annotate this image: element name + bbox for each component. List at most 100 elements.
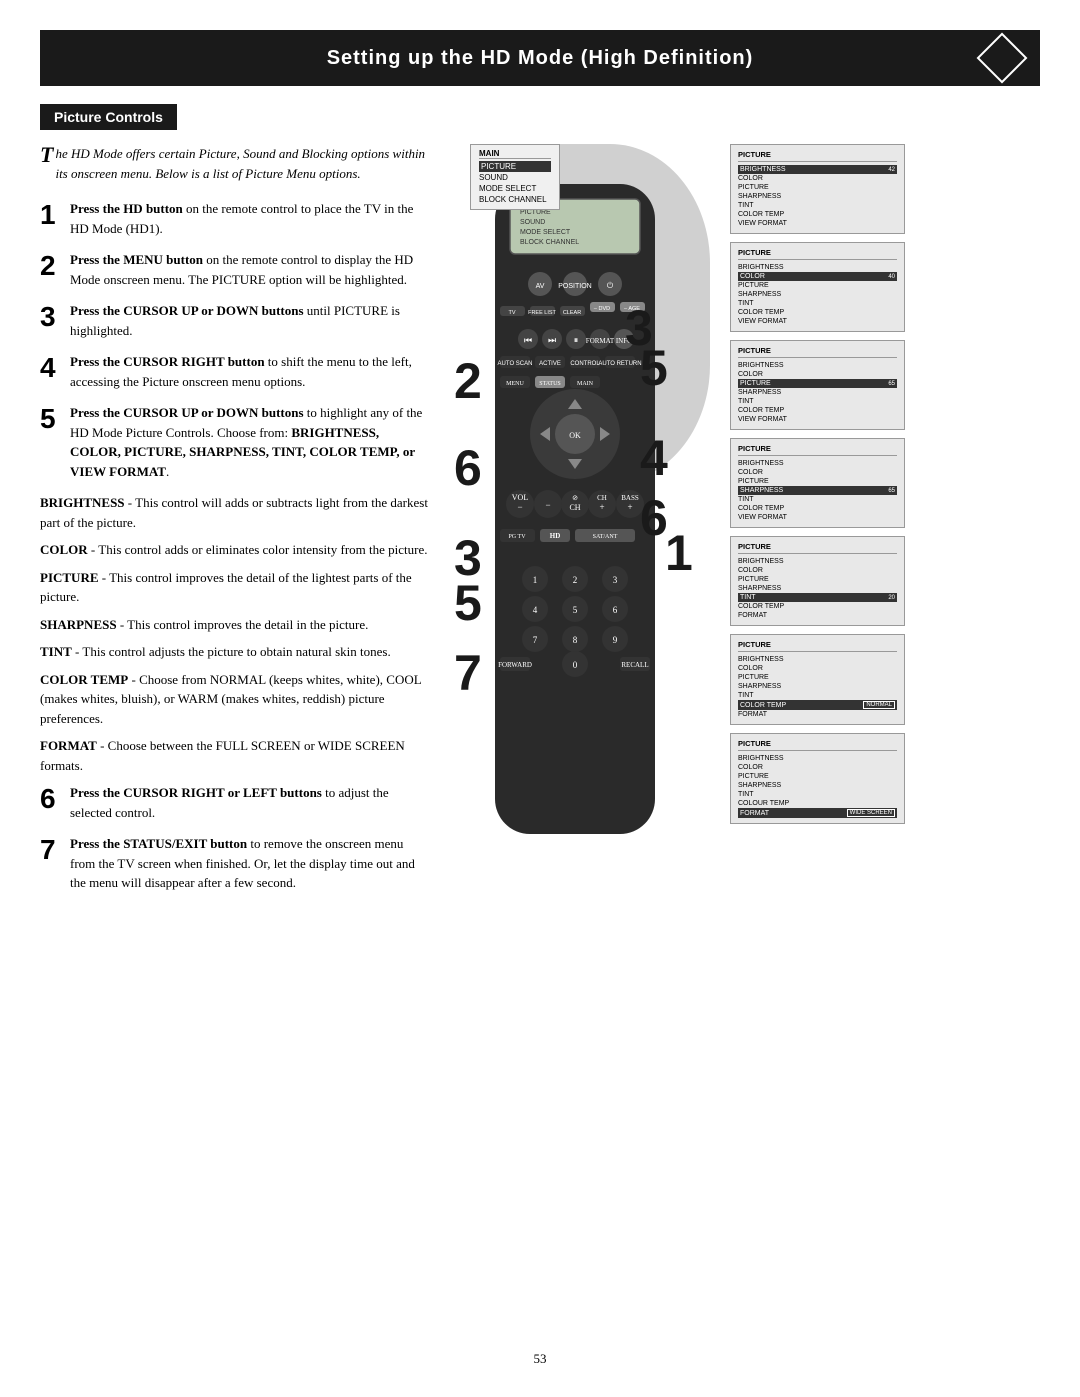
screen-2-item-tint: TINT [738,299,897,308]
screen-6-item-color: COLOR [738,664,897,673]
step-4-bold: Press the CURSOR RIGHT button [70,354,265,369]
mm-item-sound: SOUND [479,172,551,183]
screen-5-item-colortemp: COLOR TEMP [738,602,897,611]
step-1-number: 1 [40,201,62,238]
screen-2-item-sharpness: SHARPNESS [738,290,897,299]
step-5-content: Press the CURSOR UP or DOWN buttons to h… [70,403,430,481]
screen-5-item-brightness: BRIGHTNESS [738,557,897,566]
step-3-content: Press the CURSOR UP or DOWN buttons unti… [70,301,430,340]
step-3-number: 3 [40,303,62,340]
step-5: 5 Press the CURSOR UP or DOWN buttons to… [40,403,430,481]
left-column: The HD Mode offers certain Picture, Soun… [40,144,430,905]
mm-item-picture: PICTURE [479,161,551,172]
svg-text:BLOCK CHANNEL: BLOCK CHANNEL [520,239,579,246]
step-6: 6 Press the CURSOR RIGHT or LEFT buttons… [40,783,430,822]
num-overlay-5b: 5 [454,574,482,632]
svg-text:AUTO RETURN: AUTO RETURN [598,361,641,367]
screen-3-item-tint: TINT [738,397,897,406]
screen-3-title: PICTURE [738,346,897,358]
svg-text:HD: HD [550,532,561,540]
screen-2-item-color: COLOR 40 [738,272,897,281]
svg-text:MAIN: MAIN [577,381,594,387]
tv-screen-6: PICTURE BRIGHTNESS COLOR PICTURE SHARPNE… [730,634,905,725]
main-layout: The HD Mode offers certain Picture, Soun… [40,144,1040,905]
screen-7-item-picture: PICTURE [738,772,897,781]
svg-text:INFO: INFO [616,337,632,345]
step-6-content: Press the CURSOR RIGHT or LEFT buttons t… [70,783,430,822]
remote-area: MAIN PICTURE SOUND MODE SELECT BLOCK CHA… [450,144,710,854]
intro-text: he HD Mode offers certain Picture, Sound… [55,146,425,181]
screen-5-item-picture: PICTURE [738,575,897,584]
svg-text:3: 3 [613,575,618,585]
step-3-bold: Press the CURSOR UP or DOWN buttons [70,303,304,318]
tv-screen-3: PICTURE BRIGHTNESS COLOR PICTURE 65 SHAR… [730,340,905,430]
svg-text:RECALL: RECALL [621,661,648,669]
step-2-content: Press the MENU button on the remote cont… [70,250,430,289]
title-bar: Setting up the HD Mode (High Definition) [40,30,1040,86]
screen-3-item-color: COLOR [738,370,897,379]
screen-4-item-colortemp: COLOR TEMP [738,504,897,513]
drop-cap: T [40,144,53,166]
step-2-number: 2 [40,252,62,289]
svg-text:STATUS: STATUS [539,381,561,387]
section-header: Picture Controls [40,104,177,130]
num-overlay-2: 2 [454,352,482,410]
svg-text:⊘: ⊘ [572,494,578,502]
svg-text:AV: AV [536,283,545,290]
step-3: 3 Press the CURSOR UP or DOWN buttons un… [40,301,430,340]
screen-7-item-format: FORMAT WIDE SCREEN [738,808,897,818]
screen-4-item-brightness: BRIGHTNESS [738,459,897,468]
screen-5-item-sharpness: SHARPNESS [738,584,897,593]
svg-text:POSITION: POSITION [558,283,591,290]
screen-1-item-viewformat: VIEW FORMAT [738,219,897,228]
screen-6-item-picture: PICTURE [738,673,897,682]
svg-text:CH: CH [597,494,607,502]
center-column: MAIN PICTURE SOUND MODE SELECT BLOCK CHA… [450,144,710,854]
svg-text:SOUND: SOUND [520,219,545,226]
screen-1-item-sharpness: SHARPNESS [738,192,897,201]
svg-text:VOL: VOL [512,493,529,502]
right-column: PICTURE BRIGHTNESS 42 COLOR PICTURE SHAR… [730,144,930,824]
svg-text:1: 1 [533,575,538,585]
step-1-bold: Press the HD button [70,201,183,216]
screen-7-item-tint: TINT [738,790,897,799]
svg-text:⏮: ⏮ [524,335,532,345]
screen-7-item-brightness: BRIGHTNESS [738,754,897,763]
screen-6-item-colortemp: COLOR TEMP NORMAL [738,700,897,710]
svg-text:CH: CH [569,503,580,512]
step-4-content: Press the CURSOR RIGHT button to shift t… [70,352,430,391]
svg-text:SAT/ANT: SAT/ANT [593,534,618,540]
svg-text:OK: OK [569,431,581,440]
svg-text:⏻: ⏻ [607,281,614,290]
svg-text:0: 0 [573,660,578,670]
screen-5-item-format: FORMAT [738,611,897,620]
screen-2-item-brightness: BRIGHTNESS [738,263,897,272]
step-5-bold: Press the CURSOR UP or DOWN buttons [70,405,304,420]
svg-text:8: 8 [573,635,578,645]
svg-text:−: − [545,500,550,510]
screen-6-item-format: FORMAT [738,710,897,719]
svg-text:+: + [627,502,632,512]
screen-2-item-colortemp: COLOR TEMP [738,308,897,317]
screen-4-item-picture: PICTURE [738,477,897,486]
svg-text:CLEAR: CLEAR [563,310,581,316]
desc-sharpness: SHARPNESS - This control improves the de… [40,615,430,635]
screen-6-title: PICTURE [738,640,897,652]
mm-item-mode: MODE SELECT [479,183,551,194]
svg-text:MENU: MENU [506,381,524,387]
screen-1-item-brightness: BRIGHTNESS 42 [738,165,897,174]
svg-text:TV: TV [508,310,515,316]
svg-text:6: 6 [613,605,618,615]
screen-4-item-viewformat: VIEW FORMAT [738,513,897,522]
num-overlay-7: 7 [454,644,482,702]
screen-4-title: PICTURE [738,444,897,456]
diamond-icon [977,33,1028,84]
page-number: 53 [534,1351,547,1367]
step-2-bold: Press the MENU button [70,252,203,267]
desc-format: FORMAT - Choose between the FULL SCREEN … [40,736,430,775]
mm-item-block: BLOCK CHANNEL [479,194,551,205]
svg-text:– AGE: – AGE [624,306,640,312]
svg-text:⏸: ⏸ [574,335,579,345]
step-7: 7 Press the STATUS/EXIT button to remove… [40,834,430,893]
svg-text:−: − [517,502,522,512]
